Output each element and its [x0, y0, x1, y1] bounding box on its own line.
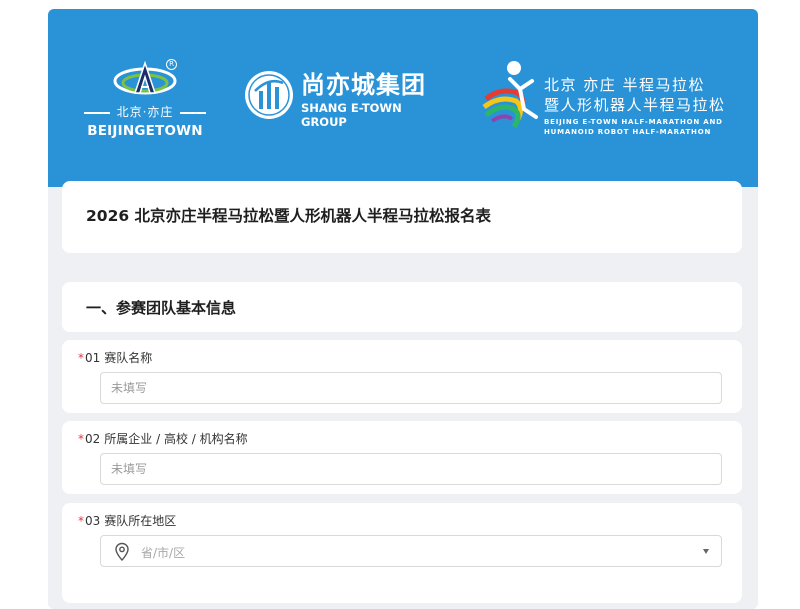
question-number: 01 — [85, 351, 101, 365]
team-name-input[interactable] — [101, 373, 721, 403]
required-mark: * — [78, 351, 84, 365]
caret-down-icon — [703, 549, 709, 554]
header-banner: R 北京·亦庄 BEIJINGETOWN 尚亦城集团 SHANG E-TOWN … — [48, 9, 758, 187]
required-mark: * — [78, 514, 84, 528]
region-select[interactable]: 省/市/区 — [100, 535, 722, 567]
question-region: *03 赛队所在地区 省/市/区 — [62, 503, 742, 603]
marathon-title-en-1: BEIJING E-TOWN HALF-MARATHON AND — [544, 118, 723, 126]
organization-field — [100, 453, 722, 485]
question-team-name: *01 赛队名称 — [62, 340, 742, 413]
question-text: 赛队所在地区 — [104, 514, 177, 528]
map-pin-icon — [115, 542, 129, 562]
question-organization: *02 所属企业 / 高校 / 机构名称 — [62, 421, 742, 494]
team-name-field — [100, 372, 722, 404]
marathon-subtitle-cn: 暨人形机器人半程马拉松 — [544, 96, 726, 114]
shang-emblem-icon — [245, 71, 293, 119]
etown-cn-name: 北京·亦庄 — [80, 105, 210, 119]
runner-emblem-icon — [482, 61, 538, 129]
shang-etown-group-logo: 尚亦城集团 SHANG E-TOWN GROUP — [243, 69, 443, 129]
region-placeholder: 省/市/区 — [141, 546, 186, 560]
etown-en-name: BEIJINGETOWN — [87, 123, 203, 139]
question-label: *03 赛队所在地区 — [78, 513, 176, 529]
shang-en-name: SHANG E-TOWN GROUP — [301, 101, 402, 129]
section-header-card: 一、参赛团队基本信息 — [62, 282, 742, 332]
marathon-title-en-2: HUMANOID ROBOT HALF-MARATHON — [544, 128, 712, 136]
organization-input[interactable] — [101, 454, 721, 484]
half-marathon-logo: 北京 亦庄 半程马拉松 暨人形机器人半程马拉松 BEIJING E-TOWN H… — [480, 59, 740, 149]
question-text: 赛队名称 — [104, 351, 153, 365]
question-label: *01 赛队名称 — [78, 350, 152, 366]
form-title: 2026 北京亦庄半程马拉松暨人形机器人半程马拉松报名表 — [86, 207, 492, 225]
section-title: 一、参赛团队基本信息 — [86, 299, 237, 317]
required-mark: * — [78, 432, 84, 446]
form-page: R 北京·亦庄 BEIJINGETOWN 尚亦城集团 SHANG E-TOWN … — [48, 9, 758, 609]
registered-mark-icon: R — [166, 59, 177, 70]
etown-emblem-icon — [113, 60, 177, 95]
question-number: 02 — [85, 432, 101, 446]
question-label: *02 所属企业 / 高校 / 机构名称 — [78, 431, 248, 447]
marathon-title-cn: 北京 亦庄 半程马拉松 — [544, 76, 706, 94]
shang-cn-name: 尚亦城集团 — [301, 71, 426, 99]
question-text: 所属企业 / 高校 / 机构名称 — [104, 432, 248, 446]
form-title-card: 2026 北京亦庄半程马拉松暨人形机器人半程马拉松报名表 — [62, 181, 742, 253]
question-number: 03 — [85, 514, 101, 528]
beijing-etown-logo: R 北京·亦庄 BEIJINGETOWN — [80, 57, 210, 147]
